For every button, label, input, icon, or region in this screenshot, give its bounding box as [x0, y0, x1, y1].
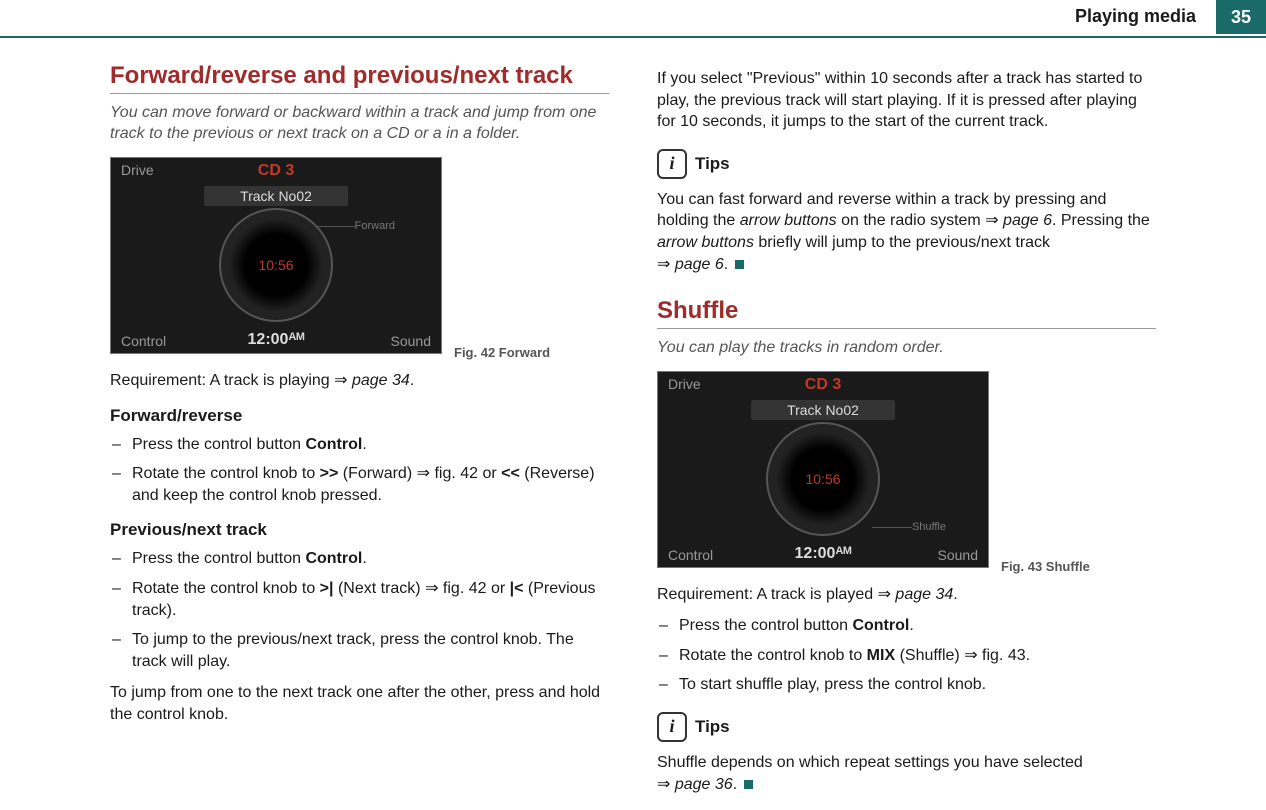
lede-shuffle: You can play the tracks in random order.	[657, 337, 1156, 359]
subhead-forward-reverse: Forward/reverse	[110, 406, 609, 426]
lede-forward-reverse: You can move forward or backward within …	[110, 102, 609, 145]
fig43-shuffle-callout: Shuffle	[912, 521, 946, 533]
figure-43-caption: Fig. 43 Shuffle	[1001, 559, 1090, 574]
step-press-control-1: Press the control button Control.	[110, 434, 609, 456]
steps-prev-next: Press the control button Control. Rotate…	[110, 548, 609, 672]
fig-control-label: Control	[121, 333, 166, 349]
fig43-drive-label: Drive	[668, 376, 701, 392]
fig-dial-time: 10:56	[258, 257, 293, 273]
step-rotate-next: Rotate the control knob to >| (Next trac…	[110, 578, 609, 621]
fig-clock-label: 12:00ᴬᴹ	[248, 331, 305, 349]
tips-text-1: You can fast forward and reverse within …	[657, 189, 1156, 275]
fig43-cd-label: CD 3	[805, 376, 841, 394]
end-mark-icon	[744, 780, 753, 789]
left-column: Forward/reverse and previous/next track …	[110, 58, 609, 805]
fig-track-label: Track No02	[204, 186, 348, 206]
figure-43-row: Drive CD 3 Track No02 10:56 Shuffle Cont…	[657, 371, 1156, 574]
para-previous-behavior: If you select "Previous" within 10 secon…	[657, 68, 1156, 133]
fig43-sound-label: Sound	[938, 547, 978, 563]
figure-42-row: Drive CD 3 Track No02 10:56 Forward Cont…	[110, 157, 609, 360]
fig43-track-label: Track No02	[751, 400, 895, 420]
page-content: Forward/reverse and previous/next track …	[0, 38, 1266, 805]
step-press-knob-shuffle: To start shuffle play, press the control…	[657, 674, 1156, 696]
page-number: 35	[1216, 0, 1266, 34]
tips-label-2: Tips	[695, 717, 730, 737]
figure-42: Drive CD 3 Track No02 10:56 Forward Cont…	[110, 157, 442, 354]
step-rotate-mix: Rotate the control knob to MIX (Shuffle)…	[657, 645, 1156, 667]
page-header: Playing media 35	[0, 0, 1266, 38]
fig-cd-label: CD 3	[258, 162, 294, 180]
figure-43: Drive CD 3 Track No02 10:56 Shuffle Cont…	[657, 371, 989, 568]
tips-row-1: i Tips	[657, 149, 1156, 179]
end-mark-icon	[735, 260, 744, 269]
tips-label-1: Tips	[695, 154, 730, 174]
step-rotate-forward: Rotate the control knob to >> (Forward) …	[110, 463, 609, 506]
right-column: If you select "Previous" within 10 secon…	[657, 58, 1156, 805]
step-press-control-3: Press the control button Control.	[657, 615, 1156, 637]
subhead-prev-next: Previous/next track	[110, 520, 609, 540]
section-label: Playing media	[1075, 6, 1196, 27]
para-hold-knob: To jump from one to the next track one a…	[110, 682, 609, 725]
fig43-dial-time: 10:56	[805, 471, 840, 487]
steps-forward-reverse: Press the control button Control. Rotate…	[110, 434, 609, 507]
step-press-knob: To jump to the previous/next track, pres…	[110, 629, 609, 672]
fig-sound-label: Sound	[391, 333, 431, 349]
tips-row-2: i Tips	[657, 712, 1156, 742]
fig43-dial: 10:56	[766, 422, 880, 536]
figure-42-caption: Fig. 42 Forward	[454, 345, 550, 360]
info-icon: i	[657, 712, 687, 742]
fig-drive-label: Drive	[121, 162, 154, 178]
requirement-shuffle: Requirement: A track is played ⇒ page 34…	[657, 584, 1156, 606]
fig-forward-callout: Forward	[355, 220, 395, 232]
requirement-forward: Requirement: A track is playing ⇒ page 3…	[110, 370, 609, 392]
fig43-control-label: Control	[668, 547, 713, 563]
info-icon: i	[657, 149, 687, 179]
section-title-shuffle: Shuffle	[657, 297, 1156, 329]
steps-shuffle: Press the control button Control. Rotate…	[657, 615, 1156, 696]
step-press-control-2: Press the control button Control.	[110, 548, 609, 570]
fig43-clock-label: 12:00ᴬᴹ	[795, 545, 852, 563]
section-title-forward-reverse: Forward/reverse and previous/next track	[110, 62, 609, 94]
tips-text-2: Shuffle depends on which repeat settings…	[657, 752, 1156, 795]
